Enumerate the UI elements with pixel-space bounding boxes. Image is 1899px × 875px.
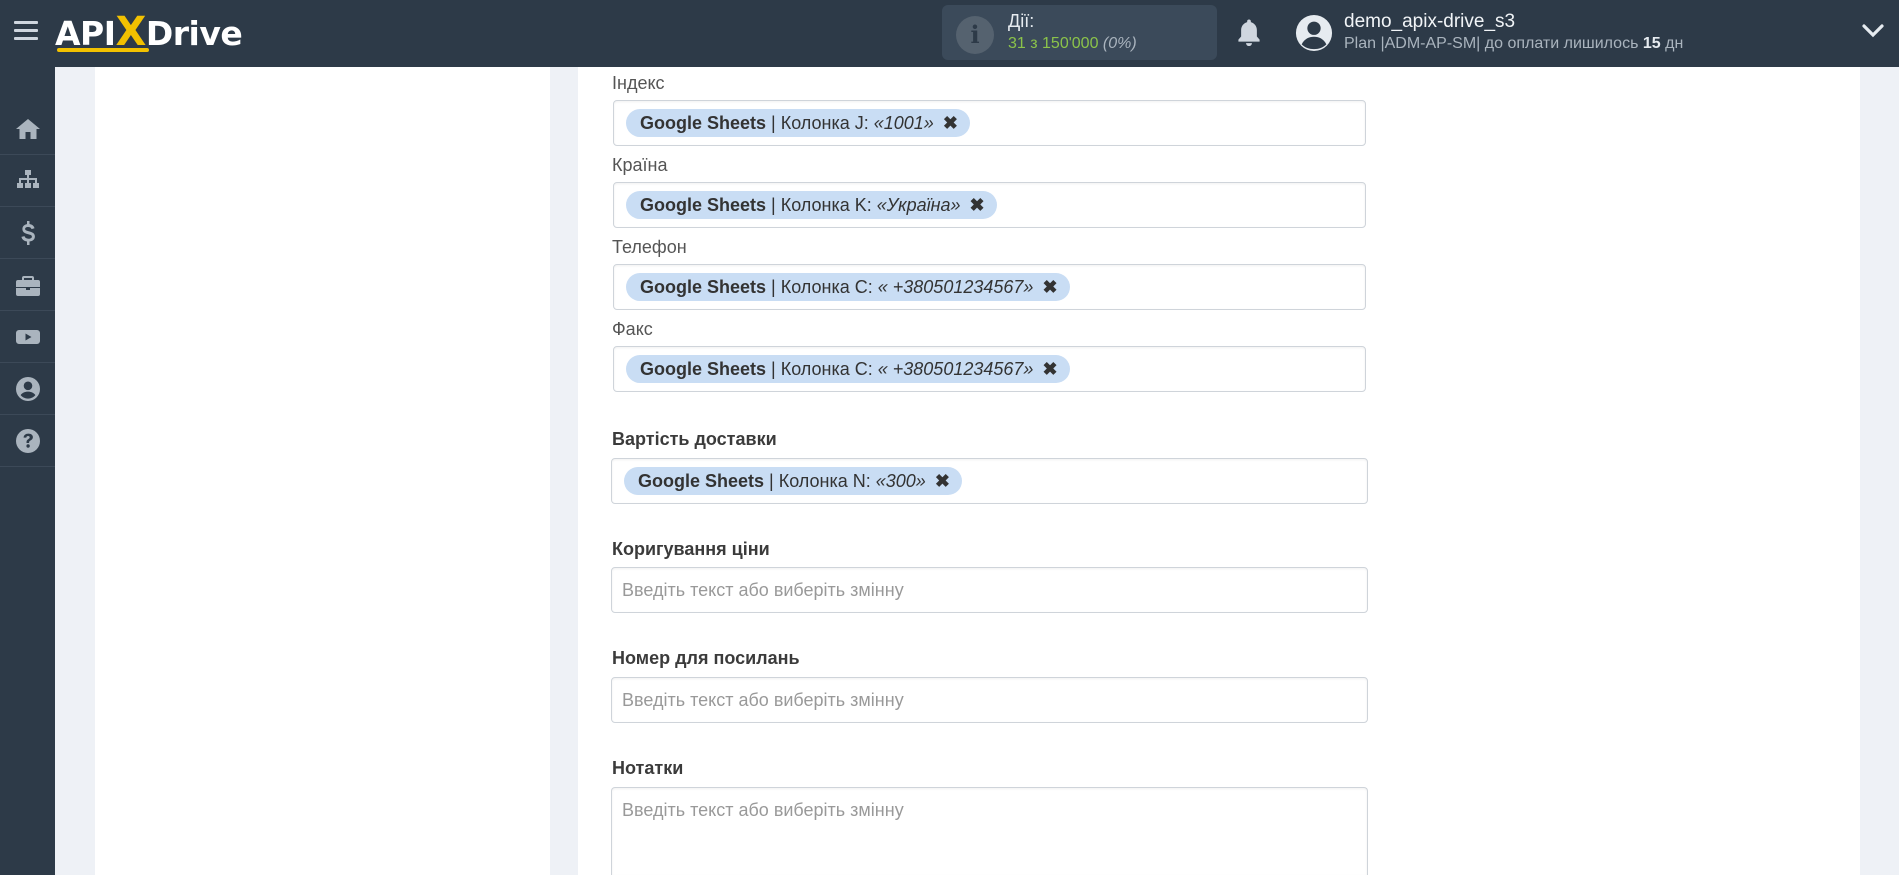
placeholder-text: Введіть текст або виберіть змінну [622,800,904,820]
variable-chip[interactable]: Google Sheets | Колонка C: « +3805012345… [626,273,1070,301]
dollar-icon [20,220,35,245]
sidebar-item-account[interactable] [0,363,55,415]
chip-column: | Колонка J: [766,113,874,133]
chip-column: | Колонка K: [766,195,877,215]
delivery-cost-field[interactable]: Google Sheets | Колонка N: «300» ✖ [611,458,1368,504]
phone-field[interactable]: Google Sheets | Колонка C: « +3805012345… [613,264,1366,310]
question-icon [15,428,40,453]
home-icon [15,118,40,139]
chip-source: Google Sheets [640,113,767,133]
bell-icon[interactable] [1234,17,1264,49]
menu-icon[interactable] [14,21,38,43]
field-label-reference-number: Номер для посилань [612,648,800,668]
index-field[interactable]: Google Sheets | Колонка J: «1001» ✖ [613,100,1366,146]
sitemap-icon [16,169,39,188]
fax-field[interactable]: Google Sheets | Колонка C: « +3805012345… [613,346,1366,392]
actions-label: Дії: [1008,11,1035,31]
chip-source: Google Sheets [638,471,765,491]
remove-chip-icon[interactable]: ✖ [943,109,958,137]
sidebar-item-projects[interactable] [0,259,55,311]
field-label-index: Індекс [612,73,665,93]
logo-text-drive: Drive [145,14,243,53]
variable-chip[interactable]: Google Sheets | Колонка C: « +3805012345… [626,355,1070,383]
field-label-delivery-cost: Вартість доставки [612,429,777,449]
logo-underline [57,48,149,52]
left-panel [95,67,550,875]
top-bar: APIXDrive i Дії: 31 з 150'000 (0%) demo_… [0,0,1899,67]
field-label-phone: Телефон [612,237,687,257]
chip-source: Google Sheets [640,277,767,297]
field-label-price-adjustment: Коригування ціни [612,539,770,559]
chip-column: | Колонка C: [766,277,878,297]
actions-counter[interactable]: i Дії: 31 з 150'000 (0%) [942,5,1217,60]
plan-days-unit: дн [1665,35,1684,52]
notes-textarea[interactable]: Введіть текст або виберіть змінну [611,787,1368,875]
variable-chip[interactable]: Google Sheets | Колонка N: «300» ✖ [624,467,962,495]
price-adjustment-input[interactable]: Введіть текст або виберіть змінну [611,567,1368,613]
remove-chip-icon[interactable]: ✖ [970,191,985,219]
chip-source: Google Sheets [640,195,767,215]
sidebar-item-help[interactable] [0,415,55,467]
chevron-down-icon[interactable] [1862,22,1884,40]
placeholder-text: Введіть текст або виберіть змінну [622,690,904,710]
sidebar-item-video[interactable] [0,311,55,363]
placeholder-text: Введіть текст або виберіть змінну [622,580,904,600]
actions-count-value: 31 з 150'000 [1008,35,1099,52]
briefcase-icon [15,275,40,296]
chip-column: | Колонка N: [764,471,876,491]
chip-value: «1001» [873,113,934,133]
user-avatar-icon[interactable] [1295,14,1333,52]
remove-chip-icon[interactable]: ✖ [935,467,950,495]
chip-source: Google Sheets [640,359,767,379]
user-name[interactable]: demo_apix-drive_s3 [1344,11,1515,33]
remove-chip-icon[interactable]: ✖ [1042,355,1057,383]
chip-value: « +380501234567» [877,277,1034,297]
sidebar-item-home[interactable] [0,103,55,155]
youtube-icon [15,329,40,344]
reference-number-input[interactable]: Введіть текст або виберіть змінну [611,677,1368,723]
country-field[interactable]: Google Sheets | Колонка K: «Україна» ✖ [613,182,1366,228]
field-label-fax: Факс [612,319,653,339]
user-circle-icon [15,376,40,401]
chip-value: « +380501234567» [877,359,1034,379]
plan-info: Plan |ADM-AP-SM| до оплати лишилось 15 д… [1344,35,1683,53]
plan-days: 15 [1642,35,1661,52]
chip-column: | Колонка C: [766,359,878,379]
actions-percent: (0%) [1102,35,1137,52]
remove-chip-icon[interactable]: ✖ [1042,273,1057,301]
field-label-notes: Нотатки [612,758,684,778]
field-label-country: Країна [612,155,668,175]
sidebar [0,67,55,875]
chip-value: «300» [875,471,926,491]
chip-value: «Україна» [876,195,961,215]
logo[interactable]: APIXDrive [55,10,243,54]
sidebar-item-billing[interactable] [0,207,55,259]
plan-text: Plan |ADM-AP-SM| до оплати лишилось [1344,35,1639,52]
sidebar-item-connections[interactable] [0,155,55,207]
info-icon: i [956,16,994,54]
variable-chip[interactable]: Google Sheets | Колонка K: «Україна» ✖ [626,191,997,219]
actions-count: 31 з 150'000 (0%) [1008,35,1137,53]
variable-chip[interactable]: Google Sheets | Колонка J: «1001» ✖ [626,109,970,137]
